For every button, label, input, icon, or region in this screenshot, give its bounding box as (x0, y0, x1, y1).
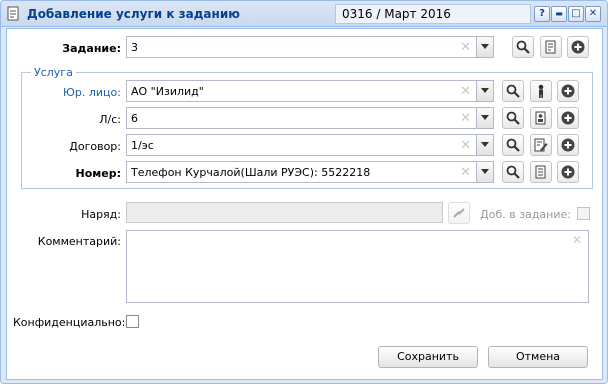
legal-entity-add-button[interactable] (557, 80, 579, 102)
confidential-label: Конфиденциально: (13, 316, 126, 329)
legal-entity-label[interactable]: Юр. лицо: (21, 86, 121, 99)
document-icon (545, 40, 556, 54)
document-icon (7, 6, 19, 21)
order-label: Наряд: (81, 208, 121, 221)
dropdown-trigger[interactable] (476, 37, 493, 57)
minimize-button[interactable]: ▬ (551, 6, 567, 22)
search-icon (516, 40, 530, 54)
search-icon (506, 111, 520, 125)
number-add-button[interactable] (557, 161, 579, 183)
task-document-button[interactable] (540, 36, 562, 58)
number-label: Номер: (75, 167, 122, 180)
account-label: Л/с: (99, 113, 121, 126)
task-add-button[interactable] (567, 36, 589, 58)
dropdown-trigger[interactable] (476, 81, 493, 101)
task-value: 3 (131, 41, 138, 54)
number-search-button[interactable] (502, 161, 524, 183)
dialog-window: Добавление услуги к заданию 0316 / Март … (0, 0, 608, 384)
help-button[interactable]: ? (534, 6, 550, 22)
plus-circle-icon (571, 40, 585, 54)
maximize-button[interactable]: □ (568, 6, 584, 22)
confidential-checkbox[interactable] (126, 315, 139, 328)
account-value: 6 (131, 112, 138, 125)
person-icon (538, 84, 544, 98)
dropdown-trigger[interactable] (476, 135, 493, 155)
clear-icon[interactable]: ✕ (460, 40, 471, 55)
order-input (126, 202, 443, 223)
chevron-down-icon (481, 115, 489, 120)
chevron-down-icon (481, 169, 489, 174)
chevron-down-icon (481, 44, 489, 49)
clear-icon[interactable]: ✕ (460, 165, 471, 180)
contract-combo[interactable]: 1/эс ✕ (126, 134, 494, 156)
clear-icon[interactable]: ✕ (460, 84, 471, 99)
account-combo[interactable]: 6 ✕ (126, 107, 494, 129)
contract-value: 1/эс (131, 139, 154, 152)
account-add-button[interactable] (557, 107, 579, 129)
cancel-button[interactable]: Отмена (488, 346, 588, 368)
clear-icon[interactable]: ✕ (572, 233, 582, 247)
task-label: Задание: (62, 42, 121, 55)
contract-add-button[interactable] (557, 134, 579, 156)
order-link-button (448, 202, 470, 224)
legal-entity-combo[interactable]: АО "Изилид" ✕ (126, 80, 494, 102)
window-title: Добавление услуги к заданию (27, 7, 240, 21)
legal-entity-value: АО "Изилид" (131, 85, 204, 98)
save-button[interactable]: Сохранить (378, 346, 478, 368)
account-card-button[interactable] (530, 107, 552, 129)
comment-label: Комментарий: (37, 235, 121, 248)
number-value: Телефон Курчалой(Шали РУЭС): 5522218 (131, 166, 371, 179)
chevron-down-icon (481, 142, 489, 147)
add-to-task-checkbox (577, 207, 590, 220)
task-search-button[interactable] (512, 36, 534, 58)
clear-icon[interactable]: ✕ (460, 138, 471, 153)
dropdown-trigger[interactable] (476, 108, 493, 128)
account-search-button[interactable] (502, 107, 524, 129)
period-field: 0316 / Март 2016 (335, 4, 531, 24)
plus-circle-icon (561, 138, 575, 152)
search-icon (506, 165, 520, 179)
account-card-icon (535, 111, 546, 125)
edit-document-icon (534, 138, 548, 152)
add-to-task-label: Доб. в задание: (480, 208, 571, 221)
plus-circle-icon (561, 111, 575, 125)
link-icon (453, 208, 465, 218)
title-bar[interactable]: Добавление услуги к заданию 0316 / Март … (1, 1, 607, 27)
close-button[interactable]: ✕ (585, 6, 601, 22)
task-combo[interactable]: 3 ✕ (126, 36, 494, 58)
chevron-down-icon (481, 88, 489, 93)
plus-circle-icon (561, 84, 575, 98)
contract-label: Договор: (69, 140, 121, 153)
search-icon (506, 84, 520, 98)
number-combo[interactable]: Телефон Курчалой(Шали РУЭС): 5522218 ✕ (126, 161, 494, 183)
number-details-button[interactable] (530, 161, 552, 183)
contract-search-button[interactable] (502, 134, 524, 156)
contract-edit-button[interactable] (530, 134, 552, 156)
service-legend: Услуга (31, 66, 76, 79)
plus-circle-icon (561, 165, 575, 179)
legal-entity-person-button[interactable] (530, 80, 552, 102)
comment-textarea[interactable] (126, 230, 589, 303)
clear-icon[interactable]: ✕ (460, 111, 471, 126)
search-icon (506, 138, 520, 152)
legal-entity-search-button[interactable] (502, 80, 524, 102)
document-list-icon (535, 165, 546, 179)
dropdown-trigger[interactable] (476, 162, 493, 182)
